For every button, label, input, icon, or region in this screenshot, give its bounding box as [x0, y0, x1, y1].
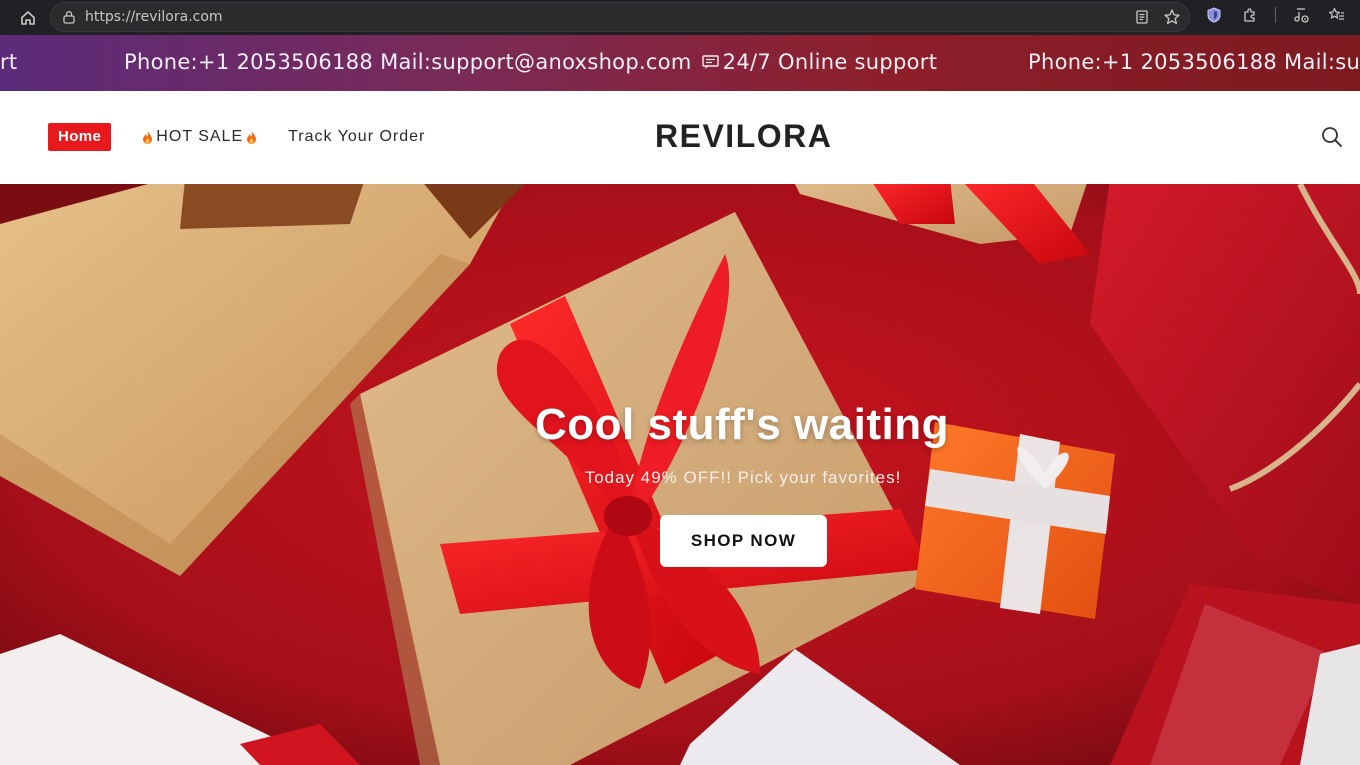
site-logo[interactable]: REVILORA — [655, 118, 832, 155]
ticker-phone: Phone:+1 2053506188 — [124, 50, 374, 74]
address-bar[interactable]: https://revilora.com — [50, 2, 1190, 32]
hero-subtitle: Today 49% OFF!! Pick your favorites! — [584, 468, 902, 487]
hero-title: Cool stuff's waiting — [535, 400, 949, 449]
ticker-mail: Mail:support@anoxshop.com — [380, 50, 692, 74]
toolbar-divider — [1275, 7, 1276, 23]
ticker-support: 24/7 Online support — [722, 50, 938, 74]
media-control-icon[interactable] — [1290, 4, 1312, 26]
site-info-icon[interactable] — [61, 9, 77, 25]
main-nav: Home HOT SALE Track Your Order — [48, 123, 425, 151]
home-icon[interactable] — [14, 4, 42, 32]
fire-icon — [142, 130, 153, 145]
url-text[interactable]: https://revilora.com — [85, 9, 223, 25]
ticker-fragment: rt — [0, 50, 18, 74]
nav-hot-sale-link[interactable]: HOT SALE — [139, 128, 260, 146]
shop-now-button[interactable]: SHOP NOW — [660, 515, 827, 567]
hot-sale-label: HOT SALE — [156, 128, 244, 145]
shield-extension-icon[interactable] — [1203, 4, 1225, 26]
hero-banner: Cool stuff's waiting Today 49% OFF!! Pic… — [0, 184, 1360, 765]
nav-track-order-link[interactable]: Track Your Order — [288, 128, 425, 146]
fire-icon — [246, 130, 257, 145]
ticker-repeat: Phone:+1 2053506188 Mail:supp — [1028, 50, 1360, 74]
puzzle-extension-icon[interactable] — [1239, 4, 1261, 26]
favorite-star-icon[interactable] — [1161, 6, 1183, 28]
site-header: Home HOT SALE Track Your Order REVILORA — [0, 91, 1360, 184]
reader-mode-icon[interactable] — [1131, 6, 1153, 28]
announcement-ticker: rt Phone:+1 2053506188 Mail:support@anox… — [0, 35, 1360, 91]
nav-home-link[interactable]: Home — [48, 123, 112, 151]
favorites-bar-icon[interactable] — [1326, 4, 1348, 26]
ticker-message: Phone:+1 2053506188 Mail:support@anoxsho… — [124, 50, 937, 76]
search-icon[interactable] — [1320, 125, 1344, 149]
browser-toolbar: https://revilora.com — [0, 0, 1360, 35]
support-chat-icon — [701, 52, 721, 76]
